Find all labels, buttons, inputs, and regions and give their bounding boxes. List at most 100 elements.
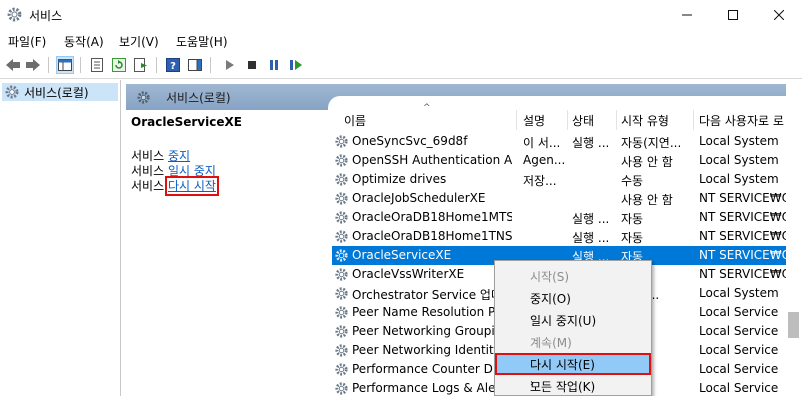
- scrollbar-thumb[interactable]: [788, 312, 799, 338]
- cell-startup-type: 자동: [621, 231, 644, 245]
- cell-startup-type: 사용 안 함: [621, 193, 673, 207]
- table-row[interactable]: OpenSSH Authentication A... Agen... 사용 안 함…: [332, 151, 802, 170]
- context-menu: 시작(S) 중지(O) 일시 중지(U) 계속(M) 다시 시작(E) 모든 작업(K) ›: [494, 260, 652, 396]
- cell-name: OracleOraDB18Home1MTS...: [352, 210, 512, 224]
- context-menu-item[interactable]: 다시 시작(E): [495, 353, 651, 375]
- cell-startup-type: 자동(지연...: [621, 136, 682, 150]
- tree-item-label: 서비스(로컬): [24, 85, 89, 100]
- service-gear-icon: [335, 325, 348, 338]
- close-button[interactable]: [756, 0, 802, 30]
- stop-service-prefix: 서비스: [131, 149, 168, 163]
- service-gear-icon: [335, 154, 348, 167]
- tree-item-services-local[interactable]: 서비스(로컬): [2, 83, 118, 101]
- show-console-tree-button[interactable]: [56, 56, 74, 74]
- show-action-pane-button[interactable]: [186, 56, 204, 74]
- context-menu-item[interactable]: 모든 작업(K) ›: [495, 375, 651, 395]
- minimize-button[interactable]: [664, 0, 710, 30]
- back-button[interactable]: [4, 56, 22, 74]
- properties-icon: [91, 58, 103, 72]
- service-gear-icon: [335, 192, 348, 205]
- context-menu-item-label: 일시 중지(U): [530, 314, 597, 328]
- cell-description: 저장...: [523, 174, 557, 188]
- service-gear-icon: [335, 287, 348, 300]
- table-row[interactable]: OracleOraDB18Home1TNS... 실행 ... 자동 NT SERVI…: [332, 227, 802, 246]
- service-gear-icon: [335, 249, 348, 262]
- play-icon: [226, 60, 234, 70]
- services-gear-icon: [5, 85, 19, 99]
- cell-startup-type: 사용 안 함: [621, 155, 673, 169]
- context-menu-item-label: 중지(O): [530, 292, 571, 306]
- column-header-name[interactable]: 이름: [344, 112, 366, 132]
- pause-service-button[interactable]: [265, 56, 283, 74]
- column-header-startup-type[interactable]: 시작 유형: [621, 112, 669, 132]
- menu-view[interactable]: 보기(V): [119, 33, 159, 50]
- forward-button[interactable]: [24, 56, 42, 74]
- pause-service-link[interactable]: 일시 중지: [168, 164, 216, 178]
- pause-icon: [270, 60, 278, 70]
- svg-text:?: ?: [170, 61, 176, 72]
- cell-status: 실행 ...: [572, 136, 610, 150]
- refresh-icon: [112, 58, 126, 72]
- restart-service-button[interactable]: [287, 56, 305, 74]
- service-gear-icon: [335, 268, 348, 281]
- maximize-icon: [728, 10, 738, 20]
- cell-name: OneSyncSvc_69d8f: [352, 134, 468, 148]
- start-service-button[interactable]: [220, 56, 238, 74]
- cell-name: OracleOraDB18Home1TNS...: [352, 229, 512, 243]
- context-menu-item[interactable]: 일시 중지(U): [495, 309, 651, 331]
- stop-icon: [248, 61, 256, 69]
- help-button[interactable]: ?: [164, 56, 182, 74]
- vertical-scrollbar[interactable]: [786, 80, 802, 396]
- cell-name: Peer Name Resolution Pr: [352, 305, 501, 319]
- toolbar-separator: [210, 57, 211, 73]
- cell-name: Peer Networking Identity: [352, 343, 501, 357]
- services-gear-icon: [7, 7, 22, 22]
- console-tree: 서비스(로컬): [0, 80, 121, 396]
- column-header-description[interactable]: 설명: [523, 112, 545, 132]
- menu-action[interactable]: 동작(A): [64, 33, 104, 50]
- toolbar-separator: [80, 57, 81, 73]
- sort-ascending-icon: ^: [423, 103, 431, 113]
- cell-name: OpenSSH Authentication A...: [352, 153, 512, 167]
- context-menu-item: 계속(M): [495, 331, 651, 353]
- maximize-button[interactable]: [710, 0, 756, 30]
- cell-description: Agen...: [523, 153, 565, 167]
- service-gear-icon: [335, 230, 348, 243]
- stop-service-button[interactable]: [243, 56, 261, 74]
- title-bar: 서비스: [0, 0, 802, 30]
- column-header-logon-as[interactable]: 다음 사용자로 로: [699, 112, 799, 132]
- pane-header-label: 서비스(로컬): [166, 91, 231, 105]
- restart-service-prefix: 서비스: [131, 179, 168, 193]
- table-row[interactable]: OracleJobSchedulerXE 사용 안 함 NT SERVICE₩Or: [332, 189, 802, 208]
- export-list-button[interactable]: [132, 56, 150, 74]
- cell-name: Peer Networking Groupin: [352, 324, 503, 338]
- context-menu-item-label: 계속(M): [530, 336, 572, 350]
- cell-startup-type: 자동: [621, 212, 644, 226]
- export-icon: [134, 58, 147, 72]
- column-header-status[interactable]: 상태: [572, 112, 594, 132]
- stop-service-link[interactable]: 중지: [168, 149, 190, 163]
- table-row[interactable]: OracleOraDB18Home1MTS... 실행 ... 자동 NT SERVI…: [332, 208, 802, 227]
- menu-file[interactable]: 파일(F): [8, 33, 46, 50]
- service-gear-icon: [335, 363, 348, 376]
- context-menu-item[interactable]: 중지(O): [495, 287, 651, 309]
- menu-help[interactable]: 도움말(H): [176, 33, 228, 50]
- action-pane-icon: [188, 59, 202, 71]
- cell-description: 이 서...: [523, 136, 561, 150]
- refresh-button[interactable]: [110, 56, 128, 74]
- restart-service-link[interactable]: 다시 시작: [164, 176, 219, 196]
- properties-button[interactable]: [88, 56, 106, 74]
- cell-startup-type: 수동: [621, 174, 644, 188]
- column-divider: [616, 110, 617, 130]
- cell-name: Performance Logs & Aler: [352, 381, 501, 395]
- window-title: 서비스: [29, 9, 63, 23]
- toolbar-separator: [156, 57, 157, 73]
- back-arrow-icon: [6, 59, 20, 71]
- column-divider: [693, 110, 694, 130]
- table-row[interactable]: Optimize drives 저장... 수동 Local System: [332, 170, 802, 189]
- submenu-arrow-icon: ›: [530, 378, 534, 389]
- table-row[interactable]: OneSyncSvc_69d8f 이 서... 실행 ... 자동(지연... Loca…: [332, 132, 802, 151]
- selected-service-name: OracleServiceXE: [131, 115, 242, 129]
- cell-name: Performance Counter DL: [352, 362, 500, 376]
- service-gear-icon: [335, 135, 348, 148]
